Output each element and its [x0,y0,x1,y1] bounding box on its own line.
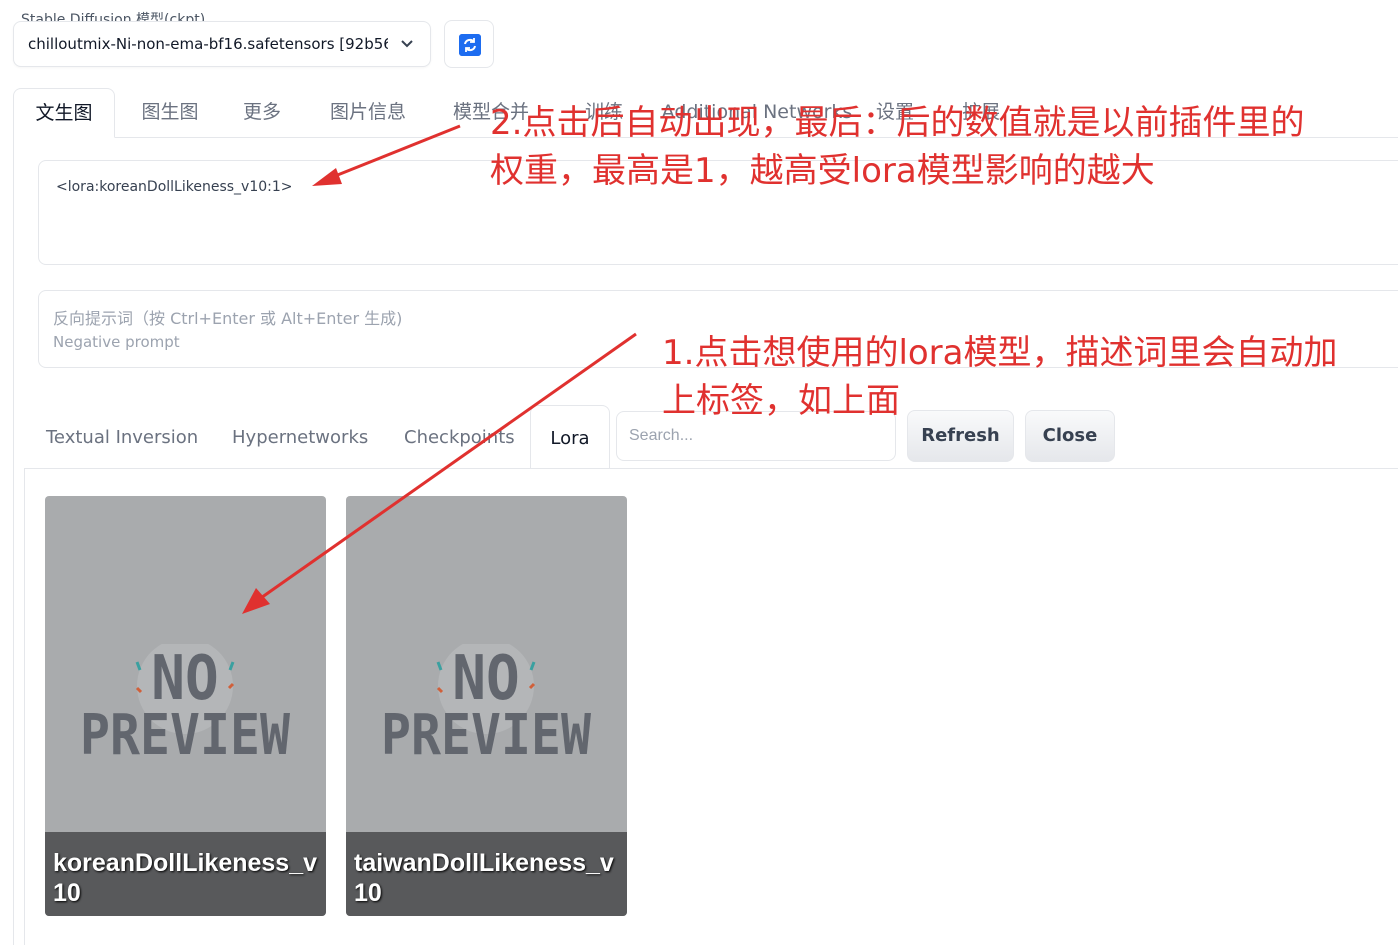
arrow-to-card [257,332,637,602]
arrow-to-prompt-head [312,168,342,186]
arrow-to-card-head [242,588,270,614]
webui-root: Stable Diffusion 模型(ckpt) chilloutmix-Ni… [0,0,1398,945]
annotation-arrows [242,124,637,614]
arrow-to-prompt [329,124,461,180]
